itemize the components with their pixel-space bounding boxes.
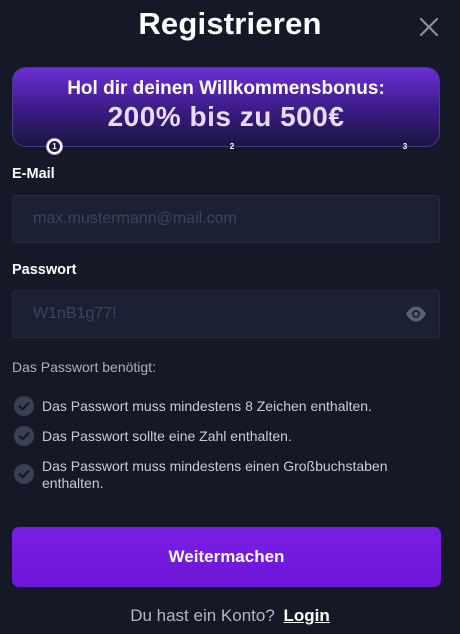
requirement-text: Das Passwort muss mindestens 8 Zeichen e…	[42, 398, 372, 414]
welcome-bonus-banner: Hol dir deinen Willkommensbonus: 200% bi…	[12, 67, 440, 147]
email-field-container	[12, 195, 440, 243]
check-circle-icon	[14, 464, 34, 484]
password-requirements-title: Das Passwort benötigt:	[12, 359, 156, 375]
step-1-indicator: 1	[46, 138, 63, 155]
password-field-container	[12, 290, 440, 338]
banner-headline: Hol dir deinen Willkommensbonus:	[67, 78, 385, 99]
step-2-indicator: 2	[229, 142, 235, 151]
continue-button[interactable]: Weitermachen	[12, 527, 441, 587]
password-field[interactable]	[13, 291, 439, 337]
banner-bonus-amount: 200% bis zu 500€	[107, 101, 345, 132]
eye-icon[interactable]	[405, 305, 427, 323]
close-icon[interactable]	[418, 16, 440, 38]
check-circle-icon	[14, 426, 34, 446]
requirement-text: Das Passwort sollte eine Zahl enthalten.	[42, 428, 292, 444]
password-label: Passwort	[12, 262, 77, 278]
email-field[interactable]	[13, 196, 439, 242]
step-1-label: 1	[49, 141, 60, 152]
modal-title: Registrieren	[138, 6, 322, 41]
requirement-text: Das Passwort muss mindestens einen Großb…	[42, 458, 388, 491]
login-link[interactable]: Login	[284, 606, 330, 625]
registration-modal: Registrieren Hol dir deinen Willkommensb…	[0, 0, 460, 634]
step-indicator: 1 2 3	[12, 138, 440, 158]
email-label: E-Mail	[12, 166, 55, 182]
step-3-indicator: 3	[402, 142, 408, 151]
login-prompt: Du hast ein Konto? Login	[0, 606, 460, 626]
check-circle-icon	[14, 396, 34, 416]
have-account-text: Du hast ein Konto?	[130, 606, 275, 625]
